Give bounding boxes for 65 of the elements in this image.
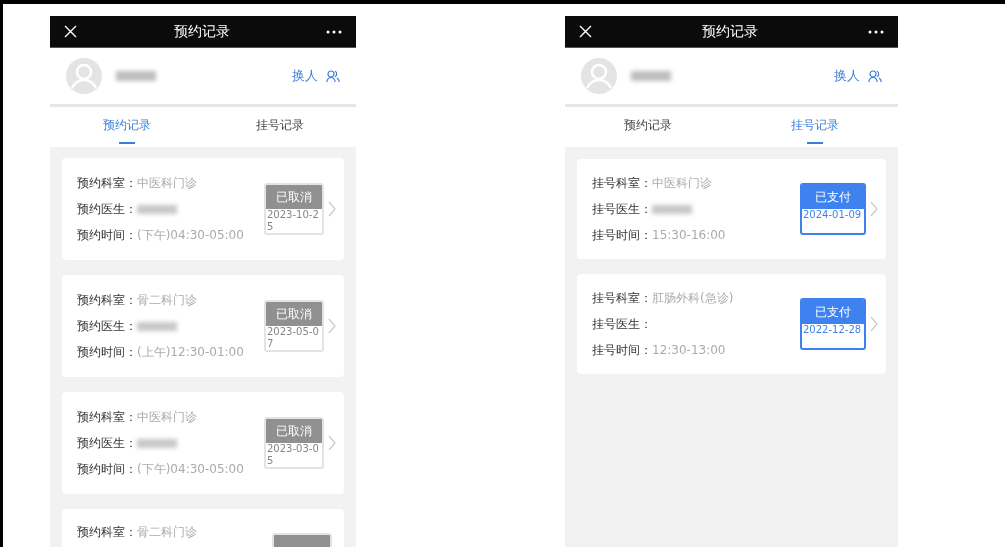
redacted-name bbox=[652, 204, 692, 214]
chevron-icon[interactable] bbox=[328, 318, 336, 334]
record-card[interactable]: 挂号科室：中医科门诊 挂号医生： 挂号时间：15:30-16:00 已支付 2024-01-09 bbox=[577, 159, 886, 259]
tab[interactable]: 挂号记录 bbox=[203, 107, 356, 147]
record-card[interactable]: 预约科室：中医科门诊 预约医生： 预约时间：(下午)04:30-05:00 已取消 2023-10-25 bbox=[62, 158, 344, 260]
tab[interactable]: 挂号记录 bbox=[731, 107, 898, 147]
redacted-name bbox=[137, 321, 177, 331]
status-badge: 已取消 2023-03-05 bbox=[264, 417, 324, 469]
field-value: 骨二科门诊 bbox=[137, 523, 197, 541]
chevron-icon[interactable] bbox=[328, 201, 336, 217]
chevron-icon[interactable] bbox=[870, 201, 878, 217]
field-value: 中医科门诊 bbox=[137, 174, 197, 192]
field-value: 15:30-16:00 bbox=[652, 228, 726, 242]
record-card[interactable]: 预约科室：骨二科门诊 预约医生： 预约时间：(上午)12:30-01:00 已取消 2023-05-07 bbox=[62, 275, 344, 377]
switch-person-button[interactable]: 换人 bbox=[834, 67, 882, 85]
close-icon[interactable] bbox=[579, 25, 592, 38]
record-card[interactable]: 预约科室：骨二科门诊 bbox=[62, 509, 344, 547]
status-badge: 已支付 2022-12-28 bbox=[800, 298, 866, 350]
avatar-icon bbox=[66, 58, 102, 94]
field-label: 挂号医生： bbox=[592, 200, 652, 218]
window-title: 预约记录 bbox=[173, 22, 230, 41]
chevron-icon[interactable] bbox=[328, 435, 336, 451]
field-label: 预约科室： bbox=[77, 174, 137, 192]
field-label: 挂号医生： bbox=[592, 315, 652, 333]
close-icon[interactable] bbox=[64, 25, 77, 38]
field-value: (上午)12:30-01:00 bbox=[137, 343, 244, 361]
status-badge: 已取消 2023-10-25 bbox=[264, 183, 324, 235]
field-value: (下午)04:30-05:00 bbox=[137, 460, 244, 478]
more-icon[interactable] bbox=[868, 29, 884, 34]
tab[interactable]: 预约记录 bbox=[50, 107, 203, 147]
field-value: 中医科门诊 bbox=[652, 174, 712, 192]
switch-person-button[interactable]: 换人 bbox=[292, 67, 340, 85]
field-label: 预约科室： bbox=[77, 291, 137, 309]
field-value: 肛肠外科(急诊) bbox=[652, 289, 734, 307]
redacted-name bbox=[631, 71, 671, 81]
status-badge: 已支付 2024-01-09 bbox=[800, 183, 866, 235]
field-label: 预约医生： bbox=[77, 200, 137, 218]
field-label: 挂号时间： bbox=[592, 226, 652, 244]
more-icon[interactable] bbox=[326, 29, 342, 34]
field-value: (下午)04:30-05:00 bbox=[137, 226, 244, 244]
field-label: 预约时间： bbox=[77, 460, 137, 478]
field-value: 中医科门诊 bbox=[137, 408, 197, 426]
field-label: 预约时间： bbox=[77, 343, 137, 361]
chevron-icon[interactable] bbox=[870, 316, 878, 332]
field-label: 挂号科室： bbox=[592, 289, 652, 307]
record-card[interactable]: 挂号科室：肛肠外科(急诊) 挂号医生： 挂号时间：12:30-13:00 已支付 2022-12-28 bbox=[577, 274, 886, 374]
field-label: 预约医生： bbox=[77, 317, 137, 335]
field-label: 预约时间： bbox=[77, 226, 137, 244]
redacted-name bbox=[137, 438, 177, 448]
record-card[interactable]: 预约科室：中医科门诊 预约医生： 预约时间：(下午)04:30-05:00 已取消 2023-03-05 bbox=[62, 392, 344, 494]
avatar-icon bbox=[581, 58, 617, 94]
field-label: 预约科室： bbox=[77, 523, 137, 541]
tab[interactable]: 预约记录 bbox=[565, 107, 732, 147]
status-badge: 已取消 2023-05-07 bbox=[264, 300, 324, 352]
redacted-name bbox=[116, 71, 156, 81]
redacted-name bbox=[137, 204, 177, 214]
field-label: 挂号科室： bbox=[592, 174, 652, 192]
field-label: 预约医生： bbox=[77, 434, 137, 452]
people-icon bbox=[868, 69, 882, 83]
field-value: 12:30-13:00 bbox=[652, 343, 726, 357]
field-label: 预约科室： bbox=[77, 408, 137, 426]
window-title: 预约记录 bbox=[702, 22, 758, 41]
people-icon bbox=[326, 69, 340, 83]
field-value: 骨二科门诊 bbox=[137, 291, 197, 309]
field-label: 挂号时间： bbox=[592, 341, 652, 359]
